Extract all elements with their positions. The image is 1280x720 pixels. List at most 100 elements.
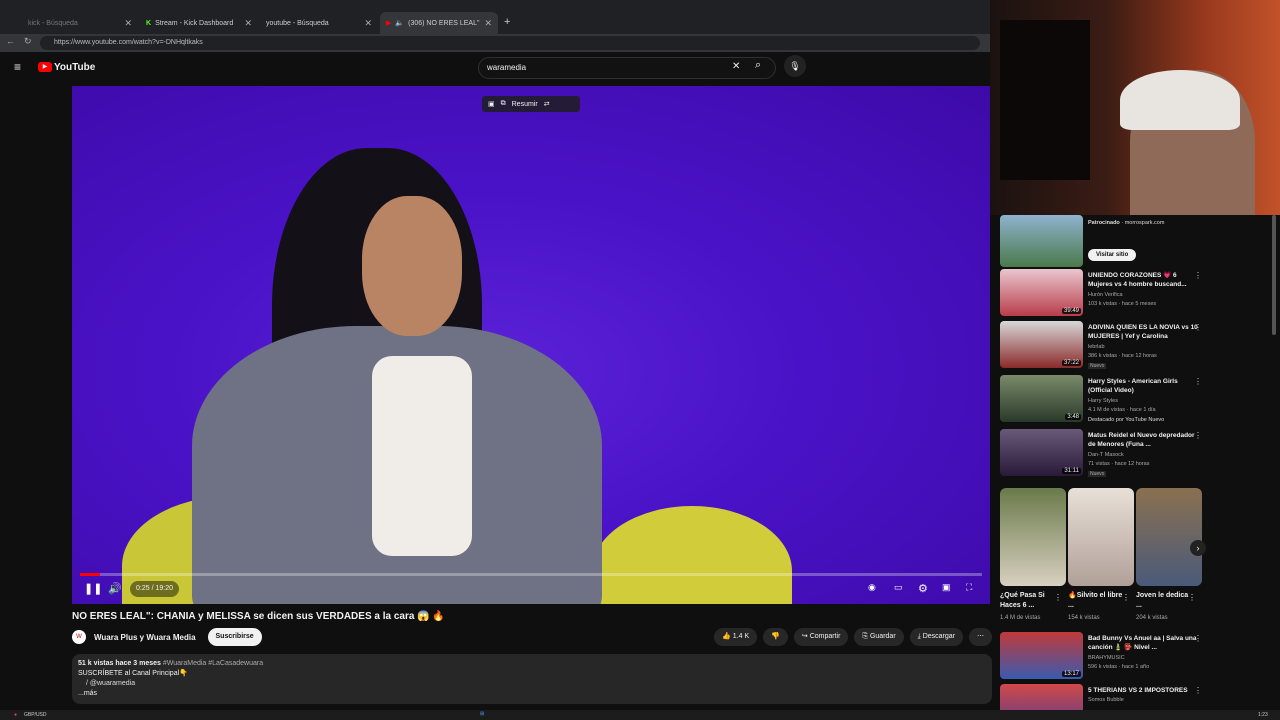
hashtags[interactable]: #WuaraMedia #LaCasadewuara [163, 660, 263, 667]
short-thumbnail[interactable] [1000, 488, 1066, 586]
video-title[interactable]: Bad Bunny Vs Anuel aa | Salva una canció… [1088, 634, 1200, 652]
short-thumbnail[interactable] [1068, 488, 1134, 586]
share-label: Compartir [809, 633, 841, 640]
video-title[interactable]: 5 THERIANS VS 2 IMPOSTORES [1088, 686, 1200, 695]
close-icon[interactable]: ✕ [364, 18, 372, 29]
sidebar-video-item[interactable]: 37:22 ADIVINA QUIEN ES LA NOVIA vs 10 MU… [1000, 321, 1270, 373]
frame-icon[interactable]: ⧉ [501, 100, 506, 108]
show-more-link[interactable]: ...más [78, 689, 986, 699]
short-title[interactable]: ¿Qué Pasa Si Haces 6 ... [1000, 591, 1058, 611]
start-icon[interactable]: ⊞ [480, 711, 484, 717]
visit-site-button[interactable]: Visitar sitio [1088, 249, 1137, 261]
close-icon[interactable]: ✕ [124, 18, 132, 29]
more-options-icon[interactable]: ⋮ [1194, 377, 1202, 386]
tab-kick-search[interactable]: kick - Búsqueda ✕ [22, 13, 138, 33]
download-button[interactable]: ⤓ Descargar [909, 628, 963, 646]
webcam-shelf [1000, 20, 1090, 180]
video-title[interactable]: UNIENDO CORAZONES 💗 6 Mujeres vs 4 hombr… [1088, 271, 1200, 289]
close-icon[interactable]: ✕ [244, 18, 252, 29]
dislike-button[interactable]: 👎 [763, 628, 788, 646]
url-input[interactable]: https://www.youtube.com/watch?v=-DNHqltk… [40, 36, 980, 50]
channel-avatar[interactable]: W [72, 630, 86, 644]
miniplayer-icon[interactable]: ▣ [942, 582, 951, 593]
settings-gear-icon[interactable]: ⚙ [918, 582, 928, 595]
channel-name[interactable]: Dan-T Masock [1088, 451, 1124, 460]
video-player[interactable]: ▣ ⧉ Resumir ⇄ ❚❚ 🔊 0:25 / 19:20 ◉ ▭ ⚙ ▣ … [72, 86, 990, 604]
chevron-right-icon[interactable]: › [1190, 540, 1206, 556]
video-thumbnail[interactable]: 37:22 [1000, 321, 1083, 368]
reload-icon[interactable]: ↻ [24, 36, 32, 47]
more-options-icon[interactable]: ⋮ [1054, 593, 1062, 602]
search-icon[interactable]: ⌕ [755, 59, 761, 72]
summary-overlay[interactable]: ▣ ⧉ Resumir ⇄ [482, 96, 580, 112]
video-title[interactable]: Harry Styles - American Girls (Official … [1088, 377, 1200, 395]
video-thumbnail[interactable] [1000, 684, 1083, 710]
video-thumbnail[interactable]: 39:49 [1000, 269, 1083, 316]
channel-name[interactable]: Wuara Plus y Wuara Media [94, 633, 196, 642]
more-options-icon[interactable]: ⋮ [1188, 593, 1196, 602]
save-button[interactable]: ⎘ Guardar [854, 628, 904, 646]
clock[interactable]: 1:23 [1258, 712, 1268, 718]
ticker-label[interactable]: GBP/USD [24, 712, 47, 718]
sidebar-video-item[interactable]: 39:49 UNIENDO CORAZONES 💗 6 Mujeres vs 4… [1000, 269, 1270, 319]
channel-name[interactable]: lebrlab [1088, 343, 1105, 352]
progress-bar[interactable] [80, 573, 982, 576]
pause-icon[interactable]: ❚❚ [84, 582, 102, 595]
youtube-logo-icon[interactable]: ▶ [38, 62, 52, 72]
autoplay-toggle-icon[interactable]: ◉ [868, 582, 876, 593]
fullscreen-icon[interactable]: ⛶ [966, 582, 972, 593]
microphone-icon[interactable]: 🎙 [784, 55, 806, 77]
tab-youtube-search[interactable]: youtube - Búsqueda ✕ [260, 13, 378, 33]
address-bar-row: ← ↻ https://www.youtube.com/watch?v=-DNH… [0, 34, 990, 52]
duration-label: 3:48 [1065, 414, 1081, 420]
channel-name[interactable]: Somos Bubble [1088, 696, 1124, 705]
picture-icon[interactable]: ▣ [488, 100, 495, 108]
new-tab-button[interactable]: + [504, 16, 510, 28]
video-thumbnail[interactable]: 13:17 [1000, 632, 1083, 679]
more-options-icon[interactable]: ⋮ [1194, 323, 1202, 332]
short-thumbnail[interactable] [1136, 488, 1202, 586]
more-options-icon[interactable]: ⋮ [1194, 634, 1202, 643]
more-options-icon[interactable]: ⋮ [1194, 271, 1202, 280]
subscribe-button[interactable]: Suscribirse [207, 628, 262, 646]
sidebar-video-item[interactable]: 3:48 Harry Styles - American Girls (Offi… [1000, 375, 1270, 425]
video-thumbnail[interactable]: 3:48 [1000, 375, 1083, 422]
summarize-button[interactable]: Resumir [512, 101, 538, 108]
video-title[interactable]: ADIVINA QUIEN ES LA NOVIA vs 10 MUJERES … [1088, 323, 1200, 341]
share-button[interactable]: ↪ Compartir [793, 628, 849, 646]
ad-sponsored-label: Patrocinado [1088, 220, 1120, 226]
more-options-icon[interactable]: ⋮ [1122, 593, 1130, 602]
video-thumbnail[interactable]: 31:11 [1000, 429, 1083, 476]
more-actions-button[interactable]: ⋯ [969, 628, 992, 646]
volume-icon[interactable]: 🔊 [108, 582, 122, 595]
short-title[interactable]: Joven le dedica ... [1136, 591, 1194, 611]
clear-search-icon[interactable]: ✕ [732, 61, 740, 72]
youtube-logo-text[interactable]: YouTube [54, 62, 95, 73]
menu-icon[interactable]: ≡ [14, 60, 21, 74]
sidebar-video-item[interactable]: 31:11 Matus Reidel el Nuevo depredador d… [1000, 429, 1270, 481]
channel-name[interactable]: BRAHYMUSIC [1088, 654, 1125, 663]
channel-link[interactable]: / @wuaramedia [78, 679, 986, 689]
subtitles-icon[interactable]: ▭ [894, 582, 903, 593]
video-title[interactable]: Matus Reidel el Nuevo depredador de Meno… [1088, 431, 1200, 449]
sidebar-ad[interactable]: Patrocinado · morrospark.com Visitar sit… [1000, 215, 1270, 275]
more-options-icon[interactable]: ⋮ [1194, 431, 1202, 440]
close-icon[interactable]: ✕ [484, 18, 492, 29]
description-box[interactable]: 51 k vistas hace 3 meses #WuaraMedia #La… [72, 654, 992, 704]
translate-icon[interactable]: ⇄ [544, 100, 550, 108]
channel-name[interactable]: Hurón Verifica [1088, 291, 1123, 300]
download-label: Descargar [922, 633, 955, 640]
sidebar-video-item[interactable]: 13:17 Bad Bunny Vs Anuel aa | Salva una … [1000, 632, 1270, 682]
sidebar-video-item[interactable]: 5 THERIANS VS 2 IMPOSTORES Somos Bubble … [1000, 684, 1270, 710]
back-icon[interactable]: ← [6, 36, 15, 46]
tab-youtube-video[interactable]: ▶🔈(306) NO ERES LEAL": CHANIA✕ [380, 12, 498, 34]
view-meta: 51 k vistas hace 3 meses [78, 660, 161, 667]
channel-name[interactable]: Harry Styles [1088, 397, 1118, 406]
short-title[interactable]: 🔥Silvito el libre ... [1068, 591, 1126, 611]
tab-kick-dashboard[interactable]: K Stream - Kick Dashboard ✕ [140, 13, 258, 33]
like-button[interactable]: 👍 1.4 K [714, 628, 758, 646]
ad-thumbnail[interactable] [1000, 215, 1083, 267]
thumbs-down-icon: 👎 [771, 633, 780, 640]
sidebar-scrollbar[interactable] [1272, 215, 1276, 335]
more-options-icon[interactable]: ⋮ [1194, 686, 1202, 695]
